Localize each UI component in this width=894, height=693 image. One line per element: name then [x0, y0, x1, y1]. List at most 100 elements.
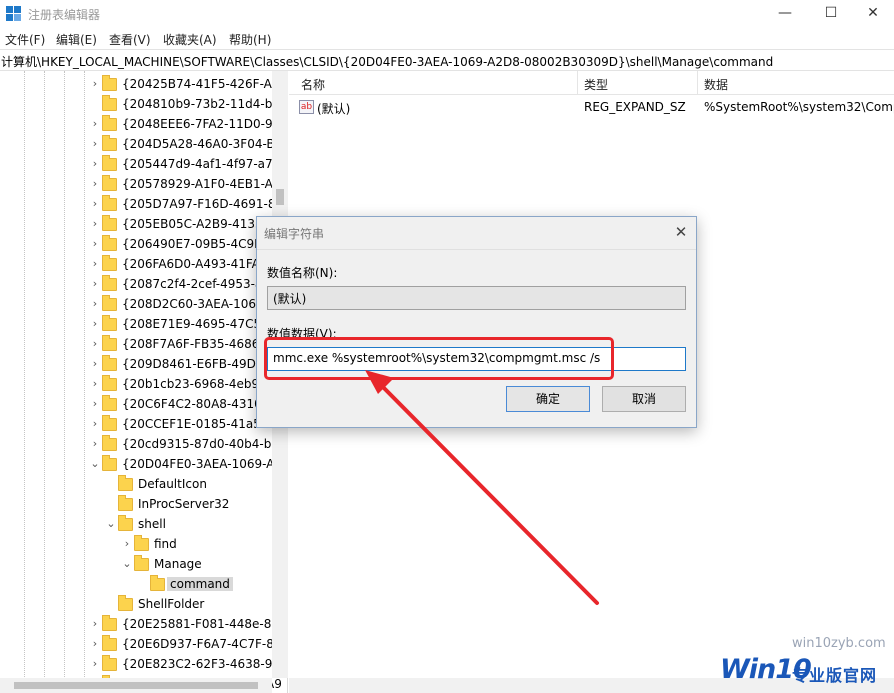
- chevron-right-icon[interactable]: ›: [90, 117, 100, 130]
- tree-item[interactable]: › {2048EEE6-7FA2-11D0-9E6: [0, 114, 287, 134]
- folder-icon: [102, 115, 117, 131]
- value-type: REG_EXPAND_SZ: [584, 100, 686, 114]
- folder-icon: [102, 635, 117, 651]
- chevron-right-icon[interactable]: ›: [90, 217, 100, 230]
- chevron-right-icon[interactable]: ›: [90, 357, 100, 370]
- folder-icon: [102, 335, 117, 351]
- ok-button[interactable]: 确定: [506, 386, 590, 412]
- list-row[interactable]: ab (默认) REG_EXPAND_SZ %SystemRoot%\syste…: [289, 97, 894, 117]
- tree-item-label: {206FA6D0-A493-41FA-: [122, 257, 264, 271]
- chevron-down-icon[interactable]: ⌄: [90, 457, 100, 470]
- tree-item[interactable]: › {20b1cb23-6968-4eb9-: [0, 374, 272, 394]
- tree-item[interactable]: › {208E71E9-4695-47C5-: [0, 314, 272, 334]
- tree-item[interactable]: › {206FA6D0-A493-41FA-: [0, 254, 272, 274]
- tree-scroll-thumb[interactable]: [276, 189, 284, 205]
- chevron-right-icon[interactable]: ›: [90, 377, 100, 390]
- tree-item-label: {2087c2f4-2cef-4953-a8: [122, 277, 270, 291]
- menu-view[interactable]: 查看(V): [109, 31, 151, 48]
- chevron-right-icon[interactable]: ›: [90, 237, 100, 250]
- value-name-field: (默认): [267, 286, 686, 310]
- address-path[interactable]: 计算机\HKEY_LOCAL_MACHINE\SOFTWARE\Classes\…: [1, 53, 773, 70]
- chevron-right-icon[interactable]: ›: [90, 317, 100, 330]
- tree-hscroll-thumb[interactable]: [14, 682, 258, 689]
- registry-tree: › {20425B74-41F5-426F-A14 {204810b9-73b2-1…: [0, 71, 288, 693]
- tree-item[interactable]: DefaultIcon: [0, 474, 272, 494]
- chevron-right-icon[interactable]: ›: [90, 277, 100, 290]
- column-data-header[interactable]: 数据: [704, 76, 728, 93]
- tree-item[interactable]: › {209D8461-E6FB-49DD-: [0, 354, 272, 374]
- tree-item[interactable]: › {20E823C2-62F3-4638-96E: [0, 654, 287, 674]
- chevron-right-icon[interactable]: ›: [90, 437, 100, 450]
- tree-item[interactable]: › {205D7A97-F16D-4691-86I: [0, 194, 287, 214]
- tree-item[interactable]: › {205EB05C-A2B9-4135-: [0, 214, 272, 234]
- tree-item[interactable]: › find: [0, 534, 272, 554]
- menu-help[interactable]: 帮助(H): [229, 31, 271, 48]
- value-data: %SystemRoot%\system32\Comp: [704, 100, 894, 114]
- tree-item-label: {2048EEE6-7FA2-11D0-9E6: [122, 117, 288, 131]
- tree-item[interactable]: › {20425B74-41F5-426F-A14: [0, 74, 287, 94]
- tree-item[interactable]: › {205447d9-4af1-4f97-a773: [0, 154, 287, 174]
- tree-item[interactable]: ShellFolder: [0, 594, 272, 614]
- tree-item[interactable]: › {20E6D937-F6A7-4C7F-8E6: [0, 634, 287, 654]
- chevron-right-icon[interactable]: ›: [90, 177, 100, 190]
- tree-item-selected[interactable]: command: [0, 574, 272, 594]
- chevron-right-icon[interactable]: ›: [90, 417, 100, 430]
- tree-item-label: {20b1cb23-6968-4eb9-: [122, 377, 264, 391]
- tree-item[interactable]: › {204D5A28-46A0-3F04-BD: [0, 134, 284, 154]
- chevron-right-icon[interactable]: ›: [90, 197, 100, 210]
- address-bar[interactable]: 计算机\HKEY_LOCAL_MACHINE\SOFTWARE\Classes\…: [0, 49, 894, 71]
- tree-item[interactable]: › {20C6F4C2-80A8-4310-A: [0, 394, 274, 414]
- maximize-button[interactable]: ☐: [808, 0, 854, 28]
- chevron-down-icon[interactable]: ⌄: [106, 517, 116, 530]
- tree-item[interactable]: › {208D2C60-3AEA-1069-: [0, 294, 272, 314]
- tree-item[interactable]: ⌄ shell: [0, 514, 272, 534]
- chevron-right-icon[interactable]: ›: [90, 77, 100, 90]
- tree-item[interactable]: InProcServer32: [0, 494, 272, 514]
- chevron-right-icon[interactable]: ›: [90, 637, 100, 650]
- tree-item[interactable]: ⌄ {20D04FE0-3AEA-1069-A2I: [0, 454, 286, 474]
- tree-item-label: {204810b9-73b2-11d4-bf4: [122, 97, 285, 111]
- chevron-right-icon[interactable]: ›: [90, 337, 100, 350]
- cancel-button[interactable]: 取消: [602, 386, 686, 412]
- tree-item[interactable]: › {20CCEF1E-0185-41a5-A: [0, 414, 273, 434]
- tree-item[interactable]: › {208F7A6F-FB35-4686-: [0, 334, 272, 354]
- column-type-header[interactable]: 类型: [584, 76, 608, 93]
- chevron-right-icon[interactable]: ›: [90, 617, 100, 630]
- tree-item[interactable]: › {2087c2f4-2cef-4953-a8: [0, 274, 272, 294]
- column-separator[interactable]: [577, 71, 578, 95]
- chevron-right-icon[interactable]: ›: [90, 657, 100, 670]
- folder-icon: [102, 275, 117, 291]
- chevron-right-icon[interactable]: ›: [90, 297, 100, 310]
- chevron-right-icon[interactable]: ›: [90, 397, 100, 410]
- chevron-right-icon[interactable]: ›: [90, 257, 100, 270]
- chevron-right-icon[interactable]: ›: [90, 157, 100, 170]
- minimize-button[interactable]: —: [762, 0, 808, 28]
- tree-item-label: InProcServer32: [138, 497, 230, 511]
- dialog-close-button[interactable]: ✕: [671, 223, 691, 241]
- chevron-down-icon[interactable]: ⌄: [122, 557, 132, 570]
- chevron-right-icon[interactable]: ›: [122, 537, 132, 550]
- close-window-button[interactable]: ✕: [850, 0, 894, 28]
- tree-item[interactable]: › {20cd9315-87d0-40b4-b92: [0, 434, 287, 454]
- folder-icon: [102, 75, 117, 91]
- folder-icon: [102, 655, 117, 671]
- tree-item[interactable]: › {20E25881-F081-448e-85C: [0, 614, 287, 634]
- tree-item[interactable]: › {20578929-A1F0-4EB1-A4E: [0, 174, 287, 194]
- folder-icon: [102, 415, 117, 431]
- tree-item[interactable]: › {206490E7-09B5-4C9D-: [0, 234, 272, 254]
- tree-item-label: {204D5A28-46A0-3F04-BD: [122, 137, 284, 151]
- tree-horizontal-scrollbar[interactable]: [0, 678, 272, 693]
- tree-item-label: {20425B74-41F5-426F-A14: [122, 77, 288, 91]
- column-separator[interactable]: [697, 71, 698, 95]
- tree-item[interactable]: ⌄ Manage: [0, 554, 272, 574]
- folder-icon: [118, 495, 133, 511]
- menu-file[interactable]: 文件(F): [5, 31, 45, 48]
- string-value-icon: ab: [299, 100, 314, 114]
- tree-item-label: {208D2C60-3AEA-1069-: [122, 297, 268, 311]
- folder-icon: [102, 175, 117, 191]
- menu-edit[interactable]: 编辑(E): [56, 31, 97, 48]
- chevron-right-icon[interactable]: ›: [90, 137, 100, 150]
- menu-favorites[interactable]: 收藏夹(A): [163, 31, 217, 48]
- tree-item[interactable]: {204810b9-73b2-11d4-bf4: [0, 94, 284, 114]
- column-name-header[interactable]: 名称: [301, 76, 325, 93]
